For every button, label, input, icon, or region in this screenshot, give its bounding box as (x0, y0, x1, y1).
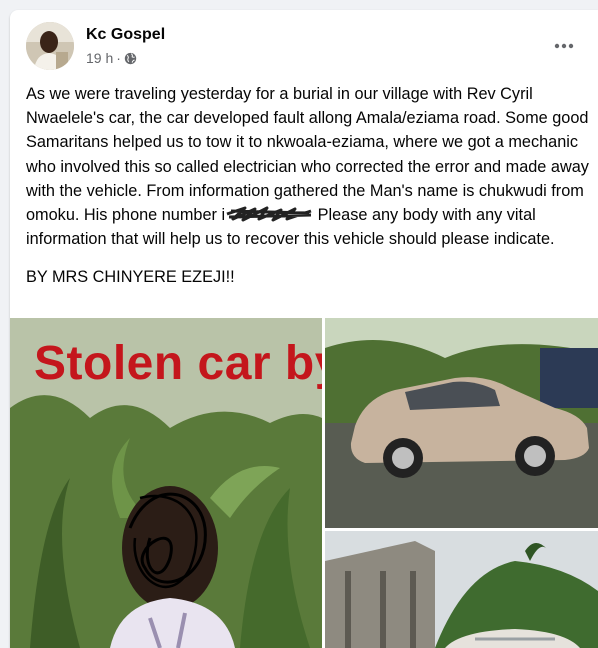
photo-car-side[interactable] (325, 318, 598, 528)
post-signature: BY MRS CHINYERE EZEJI!! (26, 268, 235, 287)
author-avatar[interactable] (26, 22, 74, 70)
photo-grid: Stolen car by (10, 318, 598, 648)
author-name[interactable]: Kc Gospel (86, 26, 165, 44)
post-meta: 19 h · (86, 50, 137, 66)
photo-car-building[interactable] (325, 531, 598, 648)
post-body: As we were traveling yesterday for a bur… (26, 82, 592, 290)
photo-overlay-text: Stolen car by (34, 337, 322, 390)
meta-separator: · (116, 50, 121, 66)
post-card: Kc Gospel 19 h · As we were traveling ye… (10, 10, 598, 648)
redaction-scribble (225, 205, 313, 223)
globe-icon[interactable] (124, 52, 137, 65)
post-timestamp[interactable]: 19 h (86, 50, 113, 66)
post-paragraph: As we were traveling yesterday for a bur… (26, 82, 592, 251)
photo-suspect[interactable]: Stolen car by (10, 318, 322, 648)
post-text-part: As we were traveling yesterday for a bur… (26, 85, 589, 225)
more-options-icon[interactable] (546, 28, 582, 64)
post-header: Kc Gospel 19 h · (26, 22, 586, 80)
